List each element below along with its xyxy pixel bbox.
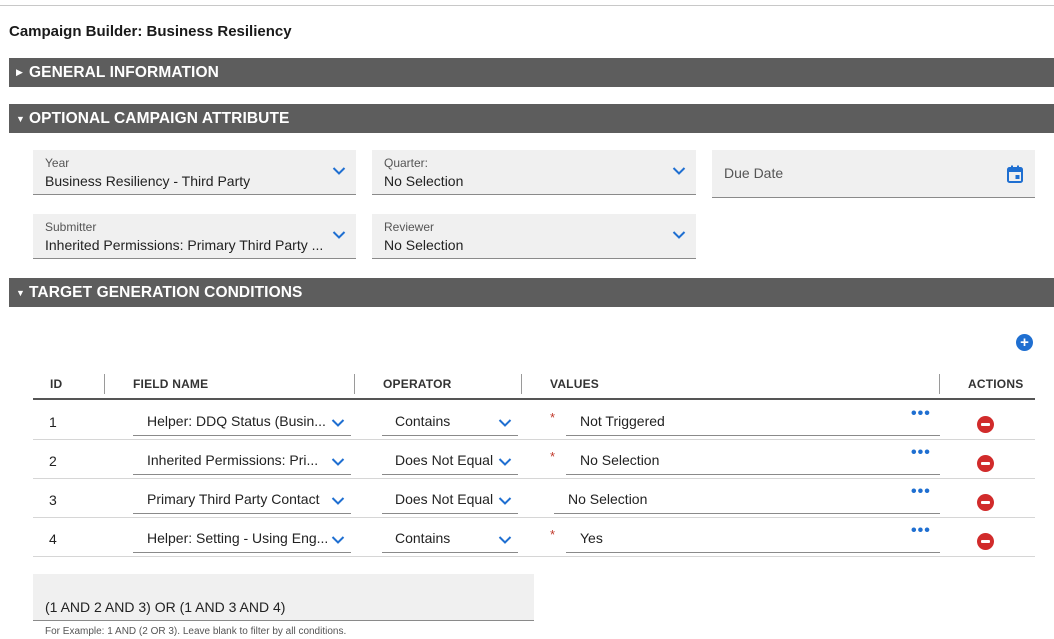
caret-down-icon: ▼ (16, 287, 25, 298)
more-options-icon[interactable]: ••• (911, 522, 931, 540)
value-text: Not Triggered (580, 413, 665, 429)
row-id: 4 (49, 531, 57, 547)
operator-value: Does Not Equal (395, 452, 494, 468)
operator-select[interactable]: Contains (382, 408, 518, 436)
required-marker: * (550, 410, 556, 425)
required-marker: * (550, 527, 556, 542)
table-row: 2 Inherited Permissions: Pri... Does Not… (33, 440, 1035, 479)
submitter-value: Inherited Permissions: Primary Third Par… (45, 237, 324, 253)
value-input[interactable]: No Selection (566, 447, 940, 475)
column-header-actions: ACTIONS (968, 377, 1024, 391)
column-separator[interactable] (521, 374, 522, 394)
field-name-value: Helper: Setting - Using Eng... (147, 530, 329, 546)
condition-logic-value: (1 AND 2 AND 3) OR (1 AND 3 AND 4) (45, 599, 286, 615)
reviewer-select[interactable]: Reviewer No Selection (372, 214, 696, 259)
row-id: 2 (49, 453, 57, 469)
operator-select[interactable]: Does Not Equal (382, 486, 518, 514)
section-target-generation-conditions[interactable]: ▼ TARGET GENERATION CONDITIONS (9, 278, 1054, 307)
remove-condition-button[interactable] (977, 494, 994, 511)
column-header-operator: OPERATOR (383, 377, 452, 391)
row-id: 1 (49, 414, 57, 430)
table-row: 3 Primary Third Party Contact Does Not E… (33, 479, 1035, 518)
submitter-select[interactable]: Submitter Inherited Permissions: Primary… (33, 214, 356, 259)
field-name-select[interactable]: Helper: Setting - Using Eng... (133, 525, 351, 553)
operator-select[interactable]: Does Not Equal (382, 447, 518, 475)
field-name-value: Primary Third Party Contact (147, 491, 320, 507)
add-condition-button[interactable]: + (1016, 334, 1033, 351)
due-date-label: Due Date (724, 165, 784, 181)
reviewer-label: Reviewer (384, 220, 435, 234)
field-name-select[interactable]: Primary Third Party Contact (133, 486, 351, 514)
table-row: 1 Helper: DDQ Status (Busin... Contains … (33, 401, 1035, 440)
quarter-value: No Selection (384, 173, 464, 189)
chevron-down-icon (331, 458, 345, 466)
chevron-down-icon (331, 536, 345, 544)
value-input[interactable]: Not Triggered (566, 408, 940, 436)
column-header-id: ID (50, 377, 63, 391)
column-separator[interactable] (354, 374, 355, 394)
chevron-down-icon (498, 536, 512, 544)
chevron-down-icon (332, 231, 346, 239)
quarter-label: Quarter: (384, 156, 429, 170)
more-options-icon[interactable]: ••• (911, 405, 931, 423)
remove-condition-button[interactable] (977, 533, 994, 550)
column-header-values: VALUES (550, 377, 599, 391)
reviewer-value: No Selection (384, 237, 464, 253)
operator-value: Contains (395, 413, 451, 429)
column-separator[interactable] (939, 374, 940, 394)
section-optional-campaign-attribute[interactable]: ▼ OPTIONAL CAMPAIGN ATTRIBUTE (9, 104, 1054, 133)
operator-value: Does Not Equal (395, 491, 494, 507)
value-input[interactable]: No Selection (554, 486, 940, 514)
due-date-field[interactable]: Due Date (712, 150, 1035, 198)
remove-condition-button[interactable] (977, 455, 994, 472)
year-label: Year (45, 156, 70, 170)
page-title: Campaign Builder: Business Resiliency (9, 23, 292, 40)
field-name-value: Helper: DDQ Status (Busin... (147, 413, 326, 429)
quarter-select[interactable]: Quarter: No Selection (372, 150, 696, 195)
more-options-icon[interactable]: ••• (911, 444, 931, 462)
chevron-down-icon (331, 497, 345, 505)
table-header-divider (33, 398, 1035, 400)
required-marker: * (550, 449, 556, 464)
value-input[interactable]: Yes (566, 525, 940, 553)
operator-select[interactable]: Contains (382, 525, 518, 553)
value-text: Yes (580, 530, 603, 546)
submitter-label: Submitter (45, 220, 97, 234)
more-options-icon[interactable]: ••• (911, 483, 931, 501)
year-select[interactable]: Year Business Resiliency - Third Party (33, 150, 356, 195)
column-header-field-name: FIELD NAME (133, 377, 209, 391)
chevron-down-icon (498, 458, 512, 466)
condition-logic-input[interactable]: (1 AND 2 AND 3) OR (1 AND 3 AND 4) (33, 574, 534, 621)
calendar-icon[interactable] (1007, 165, 1023, 183)
year-value: Business Resiliency - Third Party (45, 173, 251, 189)
chevron-down-icon (331, 419, 345, 427)
remove-condition-button[interactable] (977, 416, 994, 433)
chevron-down-icon (498, 497, 512, 505)
caret-right-icon: ▶ (16, 67, 23, 77)
table-row: 4 Helper: Setting - Using Eng... Contain… (33, 518, 1035, 557)
plus-circle-icon: + (1020, 334, 1029, 351)
chevron-down-icon (332, 167, 346, 175)
section-optional-label: OPTIONAL CAMPAIGN ATTRIBUTE (29, 109, 290, 127)
chevron-down-icon (672, 167, 686, 175)
row-id: 3 (49, 492, 57, 508)
chevron-down-icon (498, 419, 512, 427)
value-text: No Selection (568, 491, 648, 507)
section-target-label: TARGET GENERATION CONDITIONS (29, 283, 303, 301)
field-name-select[interactable]: Inherited Permissions: Pri... (133, 447, 351, 475)
value-text: No Selection (580, 452, 660, 468)
column-separator[interactable] (104, 374, 105, 394)
operator-value: Contains (395, 530, 451, 546)
caret-down-icon: ▼ (16, 113, 25, 124)
field-name-select[interactable]: Helper: DDQ Status (Busin... (133, 408, 351, 436)
section-general-label: GENERAL INFORMATION (29, 63, 219, 81)
chevron-down-icon (672, 231, 686, 239)
top-divider (0, 5, 1054, 6)
field-name-value: Inherited Permissions: Pri... (147, 452, 319, 468)
condition-logic-hint: For Example: 1 AND (2 OR 3). Leave blank… (45, 626, 347, 637)
section-general-information[interactable]: ▶ GENERAL INFORMATION (9, 58, 1054, 87)
